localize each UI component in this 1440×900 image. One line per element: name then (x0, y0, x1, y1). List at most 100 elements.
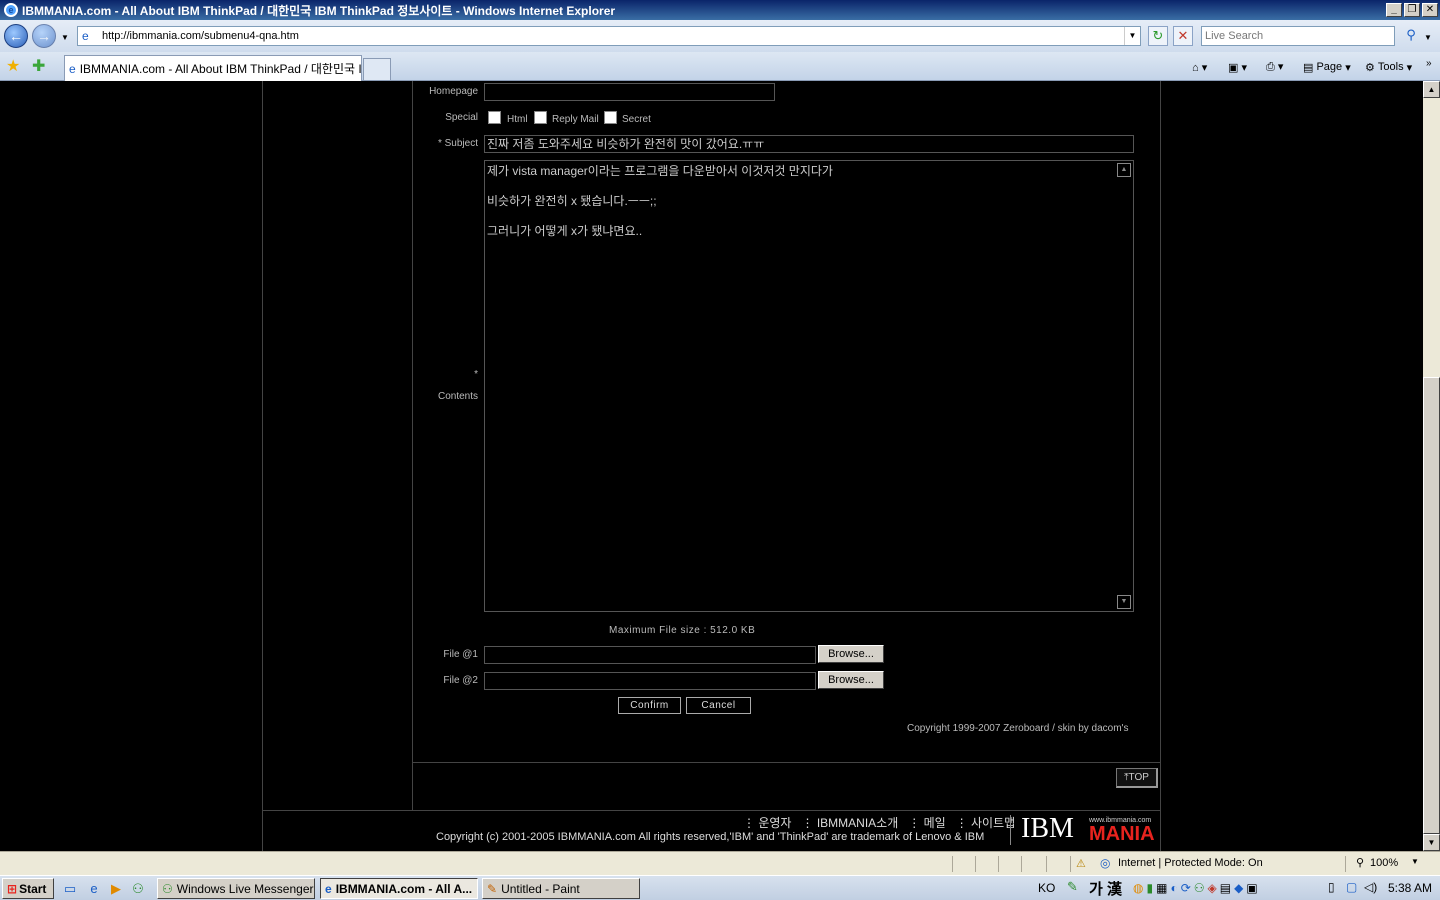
confirm-button[interactable]: Confirm (618, 697, 681, 714)
reply-mail-checkbox[interactable] (534, 111, 547, 124)
volume-icon[interactable]: ◁) (1364, 880, 1377, 894)
ibmmania-logo[interactable]: www.ibmmania.com IBM MANIA (1021, 812, 1161, 846)
url-text[interactable]: http://ibmmania.com/submenu4-qna.htm (102, 30, 1124, 42)
restore-button[interactable]: ❐ (1404, 3, 1420, 17)
subject-label: Subject (444, 138, 478, 149)
address-dropdown-icon[interactable]: ▼ (1124, 27, 1140, 45)
address-toolbar: ← → ▼ e http://ibmmania.com/submenu4-qna… (0, 20, 1440, 52)
file1-input[interactable] (484, 646, 816, 664)
search-icon[interactable]: ⚲ (1400, 26, 1422, 46)
scroll-thumb[interactable] (1423, 377, 1440, 834)
secret-checkbox[interactable] (604, 111, 617, 124)
footer-link-admin[interactable]: ⋮ 운영자 (743, 814, 791, 831)
footer-link-about[interactable]: ⋮ IBMMANIA소개 (801, 814, 898, 831)
print-icon[interactable]: ⎙ ▾ (1266, 58, 1283, 76)
tab-toolbar: ★ ✚ e IBMMANIA.com - All About IBM Think… (0, 52, 1440, 81)
start-button[interactable]: ⊞ Start (2, 878, 54, 899)
file2-browse-button[interactable]: Browse... (818, 671, 884, 689)
contents-textarea[interactable]: 제가 vista manager이라는 프로그램을 다운받아서 이것저것 만지다… (484, 160, 1134, 612)
cancel-button[interactable]: Cancel (686, 697, 751, 714)
tab-ibmmania[interactable]: e IBMMANIA.com - All About IBM ThinkPad … (64, 55, 362, 81)
tray-security-icon[interactable]: ◈ (1208, 879, 1217, 897)
status-bar: ⚠ ◎ Internet | Protected Mode: On ⚲ 100%… (0, 851, 1440, 875)
forward-button[interactable]: → (32, 24, 56, 48)
back-button[interactable]: ← (4, 24, 28, 48)
tray-bluetooth-icon[interactable]: ◐ (1170, 879, 1177, 897)
windows-flag-icon: ⊞ (7, 881, 18, 896)
feeds-icon[interactable]: ▣ ▾ (1228, 58, 1247, 76)
sidebar-divider (412, 81, 413, 810)
scroll-up-icon[interactable]: ▲ (1423, 81, 1440, 98)
tray-lan-icon[interactable]: ▢ (1346, 880, 1357, 894)
stop-button[interactable]: ✕ (1173, 26, 1193, 46)
address-bar[interactable]: e http://ibmmania.com/submenu4-qna.htm ▼ (77, 26, 1141, 46)
tray-display-icon[interactable]: ▤ (1220, 879, 1231, 897)
refresh-button[interactable]: ↻ (1148, 26, 1168, 46)
show-desktop-icon[interactable]: ▭ (62, 881, 78, 897)
new-tab-button[interactable] (363, 58, 391, 80)
minimize-button[interactable]: _ (1386, 3, 1402, 17)
section-divider (413, 762, 1161, 763)
tray-update-icon[interactable]: ◆ (1234, 879, 1243, 897)
textarea-scroll-up-icon[interactable]: ▲ (1117, 163, 1131, 177)
close-button[interactable]: ✕ (1422, 3, 1438, 17)
messenger-quicklaunch-icon[interactable]: ⚇ (130, 881, 146, 897)
security-zone[interactable]: Internet | Protected Mode: On (1118, 857, 1263, 869)
favorites-star-icon[interactable]: ★ (6, 56, 20, 76)
taskbar-item-paint[interactable]: ✎ Untitled - Paint (482, 878, 640, 899)
footer-link-sitemap[interactable]: ⋮ 사이트맵 (956, 814, 1016, 831)
file1-label: File @1 (443, 649, 478, 660)
homepage-input[interactable] (484, 83, 775, 101)
ie-quicklaunch-icon[interactable]: e (86, 881, 102, 897)
top-button[interactable]: ⤒TOP (1116, 768, 1158, 788)
zoom-dropdown-icon[interactable]: ▼ (1411, 857, 1419, 866)
footer-link-label: IBMMANIA소개 (816, 816, 899, 830)
footer-copyright: Copyright (c) 2001-2005 IBMMANIA.com All… (436, 831, 985, 843)
home-icon[interactable]: ⌂ ▾ (1192, 58, 1207, 76)
ime-mode-indicator[interactable]: 가 漢 (1089, 878, 1122, 899)
tray-messenger-icon[interactable]: ⚇ (1194, 879, 1205, 897)
tray-battery-icon[interactable]: ▮ (1146, 879, 1153, 897)
contents-label: Contents (437, 391, 478, 402)
search-options-dropdown-icon[interactable]: ▼ (1424, 33, 1432, 42)
footer-link-mail[interactable]: ⋮ 메일 (908, 814, 945, 831)
tab-page-icon: e (69, 61, 76, 76)
clock[interactable]: 5:38 AM (1388, 881, 1432, 895)
file2-input[interactable] (484, 672, 816, 690)
search-input[interactable]: Live Search (1201, 26, 1395, 46)
tray-alert-icon[interactable]: ◍ (1133, 879, 1143, 897)
toolbar-chevron-icon[interactable]: » (1426, 54, 1432, 72)
tray-sync-icon[interactable]: ⟳ (1181, 879, 1191, 897)
taskbar-item-ie[interactable]: e IBMMANIA.com - All A... (320, 878, 478, 899)
tools-menu[interactable]: ⚙ Tools ▾ (1365, 58, 1412, 76)
zoom-icon: ⚲ (1356, 857, 1365, 869)
page-menu-icon: ▤ (1303, 61, 1317, 74)
popup-blocker-icon[interactable]: ⚠ (1076, 857, 1086, 870)
page-menu[interactable]: ▤ Page ▾ (1303, 58, 1351, 76)
tray-device-icon[interactable]: ▣ (1246, 879, 1257, 897)
left-border (262, 81, 263, 851)
page-icon: e (82, 29, 89, 43)
scroll-down-icon[interactable]: ▼ (1423, 834, 1440, 851)
language-indicator[interactable]: KO (1038, 881, 1055, 895)
ime-tool-icon[interactable]: ✎ (1067, 879, 1078, 895)
taskbar: ⊞ Start ▭ e ▶ ⚇ ⚇ Windows Live Messenger… (0, 875, 1440, 900)
textarea-scroll-down-icon[interactable]: ▼ (1117, 595, 1131, 609)
page-scrollbar[interactable]: ▲ ▼ (1423, 81, 1440, 851)
taskbar-item-messenger[interactable]: ⚇ Windows Live Messenger (157, 878, 315, 899)
homepage-label: Homepage (429, 86, 478, 97)
html-checkbox[interactable] (488, 111, 501, 124)
file1-browse-button[interactable]: Browse... (818, 645, 884, 663)
add-favorites-icon[interactable]: ✚ (32, 56, 45, 76)
tray-power-icon[interactable]: ▯ (1328, 880, 1335, 894)
zoom-level[interactable]: 100% (1370, 857, 1398, 869)
recent-pages-dropdown-icon[interactable]: ▼ (61, 33, 69, 42)
start-label: Start (19, 881, 47, 896)
media-player-icon[interactable]: ▶ (108, 881, 124, 897)
subject-label-group: * Subject (358, 138, 478, 149)
subject-input[interactable]: 진짜 저좀 도와주세요 비슷하가 완전히 맛이 갔어요.ㅠㅠ (484, 135, 1134, 153)
footer-links: ⋮ 운영자 ⋮ IBMMANIA소개 ⋮ 메일 ⋮ 사이트맵 (743, 814, 1015, 831)
logo-mania: MANIA (1089, 823, 1155, 845)
tray-network-icon[interactable]: ▦ (1156, 879, 1167, 897)
tab-title: IBMMANIA.com - All About IBM ThinkPad / … (79, 62, 362, 76)
